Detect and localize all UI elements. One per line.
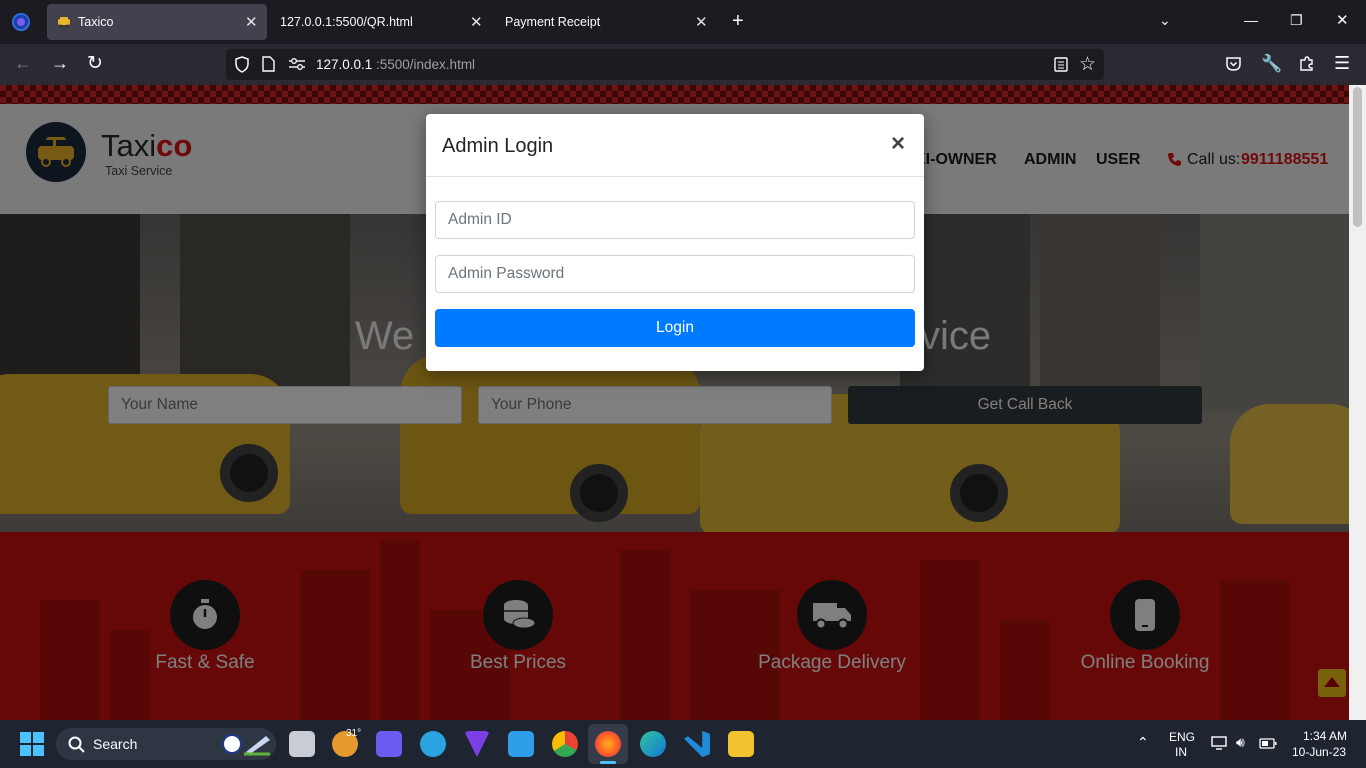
minimize-icon[interactable]: — xyxy=(1244,12,1258,28)
url-host: 127.0.0.1 xyxy=(316,57,373,72)
network-icon[interactable] xyxy=(1211,736,1227,750)
reader-view-icon[interactable] xyxy=(1054,57,1068,72)
restore-icon[interactable]: ❐ xyxy=(1290,12,1303,29)
back-arrow-icon[interactable]: ← xyxy=(14,53,32,74)
telegram-icon[interactable] xyxy=(420,731,446,757)
tab-title: 127.0.0.1:5500/QR.html xyxy=(280,15,413,29)
search-highlight-icon xyxy=(222,734,270,756)
reload-icon[interactable]: ↻ xyxy=(87,52,103,75)
active-indicator xyxy=(600,761,616,764)
scrollbar-thumb[interactable] xyxy=(1353,87,1362,227)
firefox-taskbar-icon[interactable] xyxy=(595,731,621,757)
show-hidden-icons-chevron[interactable]: ⌃ xyxy=(1137,734,1149,751)
new-tab-button[interactable]: + xyxy=(732,10,744,33)
login-button[interactable]: Login xyxy=(435,309,915,347)
page-icon[interactable] xyxy=(262,56,275,72)
volume-icon[interactable]: 🔊︎ xyxy=(1236,734,1245,751)
admin-id-input[interactable] xyxy=(435,201,915,239)
tab-title: Taxico xyxy=(78,15,114,29)
close-tab-icon[interactable]: ✕ xyxy=(470,13,483,31)
modal-header: Admin Login × xyxy=(426,114,924,177)
pocket-icon[interactable] xyxy=(1225,56,1242,72)
firefox-icon[interactable] xyxy=(11,12,31,32)
task-view-icon[interactable] xyxy=(289,731,315,757)
battery-icon[interactable] xyxy=(1259,738,1277,749)
forward-arrow-icon[interactable]: → xyxy=(51,53,69,74)
taxi-favicon-icon xyxy=(58,17,70,28)
file-explorer-icon[interactable] xyxy=(728,731,754,757)
hamburger-menu-icon[interactable]: ☰ xyxy=(1334,53,1350,74)
close-tab-icon[interactable]: ✕ xyxy=(245,13,258,31)
tab-taxico[interactable]: Taxico ✕ xyxy=(47,4,267,40)
url-bar[interactable]: 127.0.0.1 :5500/index.html ☆ xyxy=(226,49,1104,80)
permissions-icon[interactable] xyxy=(288,57,306,71)
modal-title: Admin Login xyxy=(442,135,554,157)
edge-icon[interactable] xyxy=(640,731,666,757)
close-window-icon[interactable]: ✕ xyxy=(1336,11,1349,29)
close-tab-icon[interactable]: ✕ xyxy=(695,13,708,31)
weather-temp: 31° xyxy=(346,728,362,739)
list-tabs-chevron-icon[interactable]: ⌄ xyxy=(1159,12,1171,29)
meet-icon[interactable] xyxy=(376,731,402,757)
bookmark-star-icon[interactable]: ☆ xyxy=(1079,53,1096,76)
tab-qr[interactable]: 127.0.0.1:5500/QR.html ✕ xyxy=(268,4,492,40)
chrome-icon[interactable] xyxy=(552,731,578,757)
desktop-app-icon[interactable] xyxy=(508,731,534,757)
language-line2[interactable]: IN xyxy=(1175,745,1187,759)
clock-date[interactable]: 10-Jun-23 xyxy=(1292,745,1346,759)
taskbar-search-box[interactable]: Search xyxy=(56,728,276,760)
clock-time[interactable]: 1:34 AM xyxy=(1303,729,1347,743)
wrench-icon[interactable]: 🔧 xyxy=(1261,54,1282,74)
search-label: Search xyxy=(93,736,138,752)
tab-payment-receipt[interactable]: Payment Receipt ✕ xyxy=(493,4,717,40)
admin-password-input[interactable] xyxy=(435,255,915,293)
search-icon xyxy=(68,736,85,753)
admin-login-modal: Admin Login × Login xyxy=(426,114,924,371)
windows-start-icon[interactable] xyxy=(20,732,44,756)
browser-tab-bar: Taxico ✕ 127.0.0.1:5500/QR.html ✕ Paymen… xyxy=(0,0,1366,44)
extensions-icon[interactable] xyxy=(1298,55,1315,72)
shield-icon[interactable] xyxy=(234,56,250,73)
language-line1[interactable]: ENG xyxy=(1169,730,1195,744)
page-scrollbar[interactable] xyxy=(1349,85,1366,720)
url-path: :5500/index.html xyxy=(376,57,476,72)
tab-title: Payment Receipt xyxy=(505,15,601,29)
modal-close-button[interactable]: × xyxy=(891,131,905,157)
